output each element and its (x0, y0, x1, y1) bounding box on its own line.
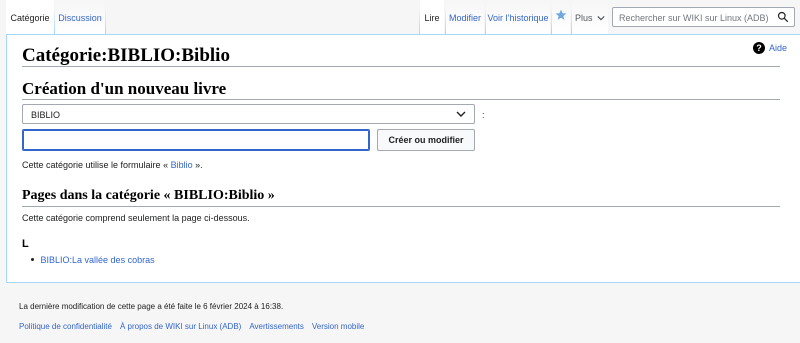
last-modified: La dernière modification de cette page a… (19, 302, 284, 311)
tab-category[interactable]: Catégorie (6, 0, 54, 34)
select-colon: : (482, 110, 485, 120)
page-title: Catégorie:BIBLIO:Biblio (22, 45, 230, 66)
footer-links: Politique de confidentialité À propos de… (19, 322, 364, 331)
chevron-down-icon (597, 15, 605, 21)
pages-heading: Pages dans la catégorie « BIBLIO:Biblio … (22, 188, 275, 203)
search-icon[interactable] (777, 11, 789, 23)
help-link[interactable]: ? Aide (753, 42, 787, 54)
tab-discussion[interactable]: Discussion (55, 0, 105, 34)
list-item: BIBLIO:La vallée des cobras (31, 255, 155, 265)
form-note: Cette catégorie utilise le formulaire « … (22, 160, 203, 170)
create-book-heading: Création d'un nouveau livre (22, 79, 227, 98)
form-select-value: BIBLIO (31, 110, 61, 120)
letter-heading: L (22, 238, 29, 250)
form-note-suffix: ». (195, 160, 203, 170)
star-icon (555, 9, 567, 20)
section-divider (22, 206, 780, 207)
page-link[interactable]: BIBLIO:La vallée des cobras (41, 255, 155, 265)
form-link-biblio[interactable]: Biblio (171, 160, 193, 170)
form-note-prefix: Cette catégorie utilise le formulaire « (22, 160, 169, 170)
footer-link-mobile[interactable]: Version mobile (312, 322, 364, 331)
title-divider (22, 66, 780, 67)
section-divider (22, 99, 780, 100)
chevron-down-icon (456, 111, 466, 117)
help-label: Aide (769, 43, 788, 53)
search-box (612, 7, 795, 27)
tab-separator (105, 8, 106, 34)
content-area: Catégorie:BIBLIO:Biblio ? Aide Création … (6, 34, 800, 283)
footer-link-privacy[interactable]: Politique de confidentialité (19, 322, 112, 331)
more-menu-button[interactable]: Plus (572, 0, 608, 34)
watch-star-button[interactable] (552, 0, 570, 34)
create-or-edit-button[interactable]: Créer ou modifier (377, 129, 475, 151)
footer-link-disclaimers[interactable]: Avertissements (249, 322, 304, 331)
search-input[interactable] (619, 11, 774, 24)
tabs-bar: Catégorie Discussion Lire Modifier Voir … (0, 0, 800, 34)
page-name-input[interactable] (22, 129, 370, 151)
page-list: BIBLIO:La vallée des cobras (31, 255, 155, 265)
more-label: Plus (574, 13, 593, 23)
tab-read[interactable]: Lire (420, 0, 444, 34)
pages-note: Cette catégorie comprend seulement la pa… (22, 213, 250, 223)
tab-history[interactable]: Voir l’historique (486, 0, 550, 34)
help-icon: ? (753, 42, 765, 54)
footer-link-about[interactable]: À propos de WIKI sur Linux (ADB) (120, 322, 241, 331)
tab-edit[interactable]: Modifier (446, 0, 484, 34)
form-select[interactable]: BIBLIO (22, 104, 475, 124)
